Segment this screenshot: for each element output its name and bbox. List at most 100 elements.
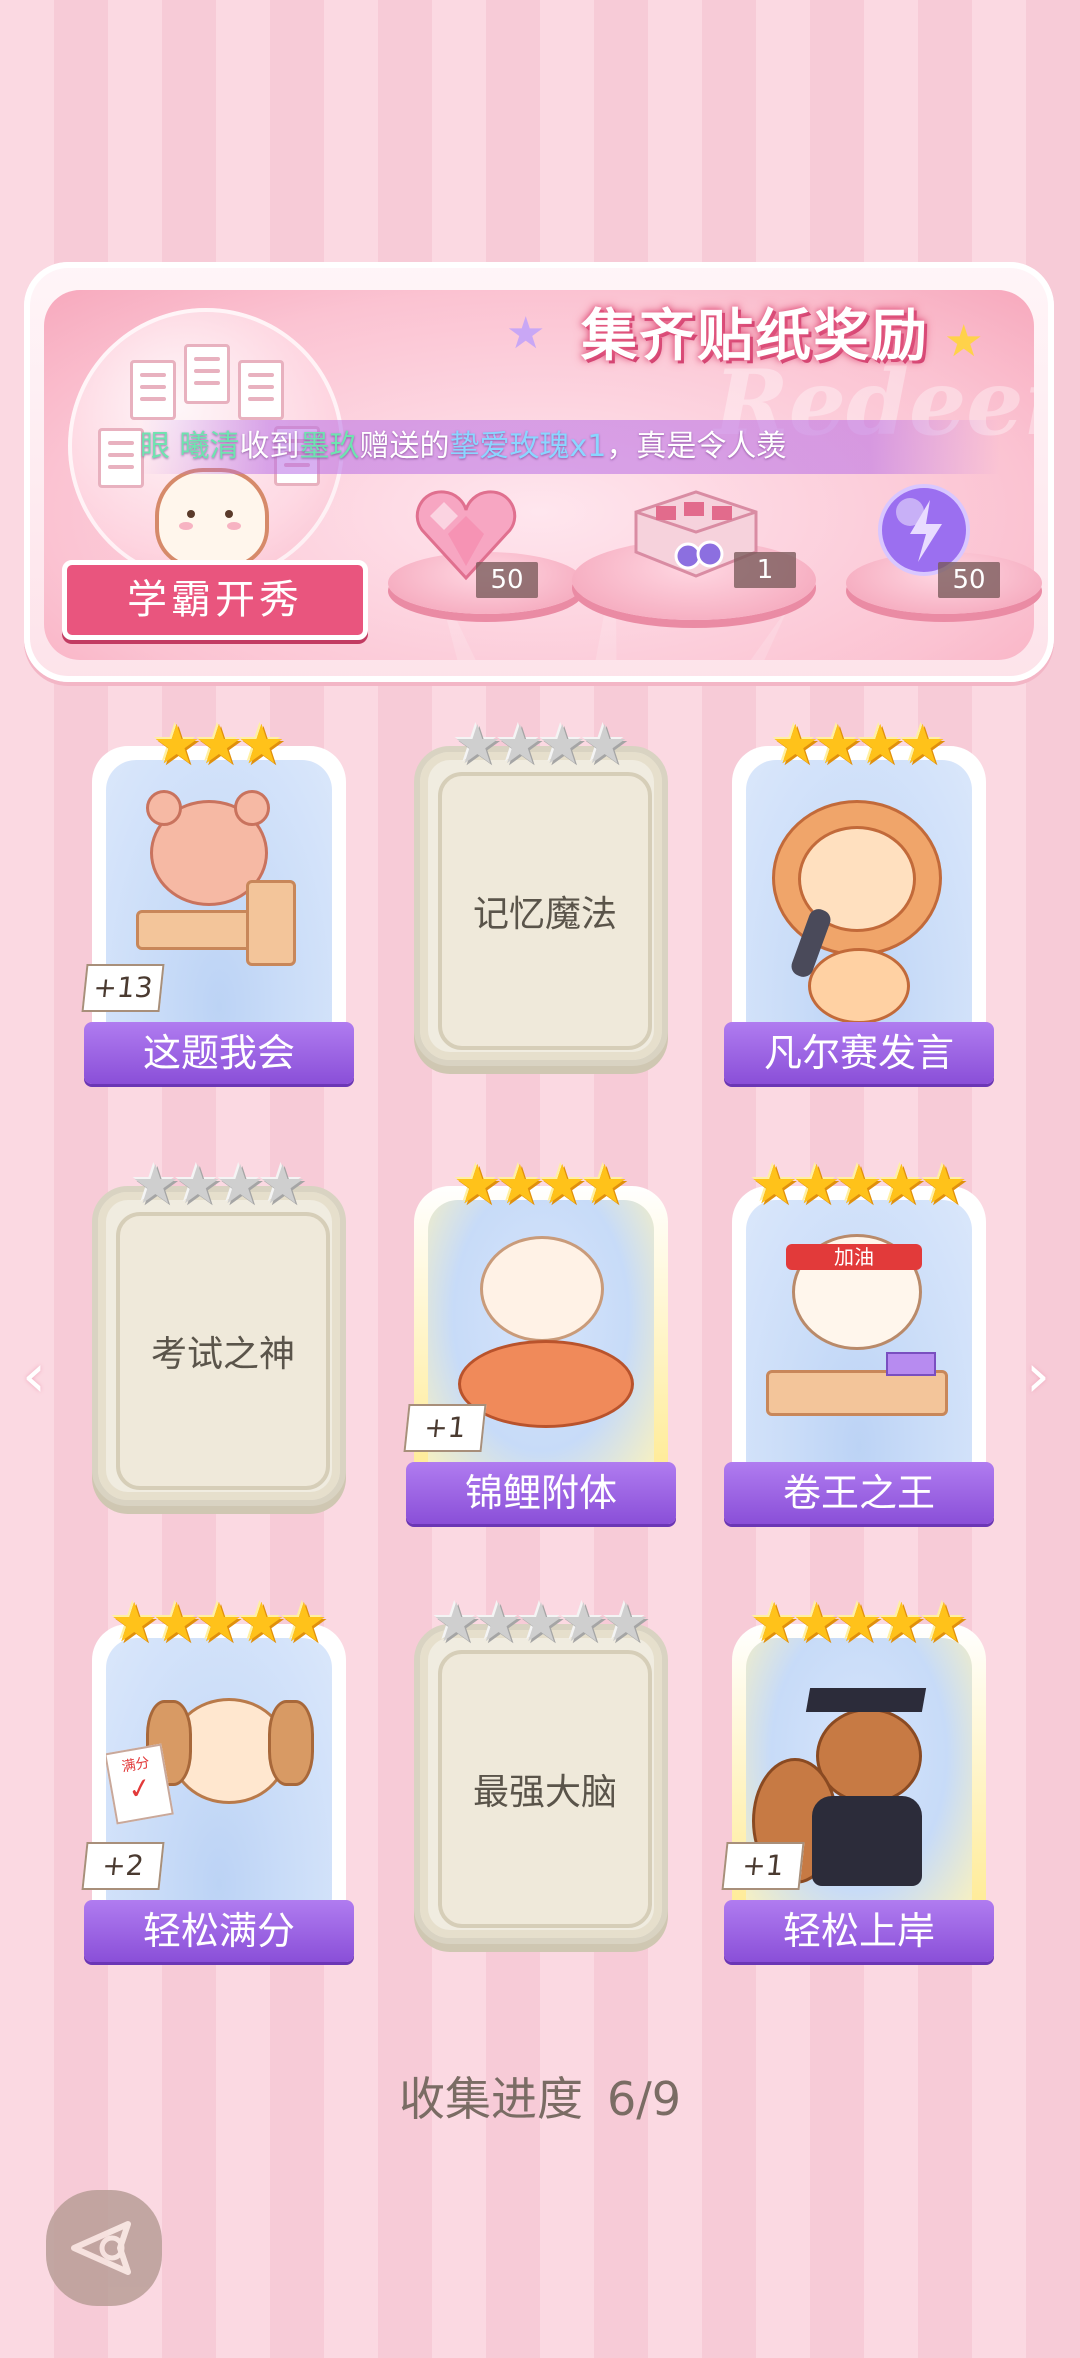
- star-icon: ★: [152, 713, 201, 776]
- paper-icon: [184, 344, 230, 404]
- star-rating: ★ ★ ★ ★ ★: [92, 1594, 346, 1650]
- collection-name-ribbon: 学霸开秀: [62, 560, 368, 640]
- star-icon: ★: [131, 1153, 180, 1216]
- sticker-card[interactable]: ★ ★ ★ +13 这题我会: [81, 716, 354, 1084]
- star-icon: ★: [559, 1591, 608, 1654]
- reward-count: 50: [476, 562, 538, 598]
- marquee-text: ，真是令人羡: [606, 429, 787, 464]
- back-arrow-icon: [71, 2221, 131, 2275]
- progress-label: 收集进度: [398, 2072, 583, 2126]
- collection-progress: 收集进度 6/9: [0, 2064, 1080, 2134]
- star-icon: ★: [453, 713, 502, 776]
- sender-name: 眼 曦清: [140, 429, 240, 464]
- locked-panel: 最强大脑: [438, 1650, 652, 1928]
- card-name: 卷王之王: [724, 1462, 994, 1524]
- star-icon: ★: [431, 1591, 481, 1654]
- star-icon: ★: [453, 1153, 502, 1216]
- reward-count: 1: [734, 552, 796, 588]
- headband: 加油: [786, 1244, 922, 1270]
- star-icon: ★: [516, 1591, 566, 1654]
- chevron-right-icon[interactable]: ›: [1018, 1346, 1058, 1406]
- card-name: 记忆魔法: [472, 894, 617, 935]
- banner-title: 集齐贴纸奖励: [581, 303, 929, 369]
- star-icon: ★: [279, 1591, 329, 1654]
- star-icon: ★: [834, 1591, 884, 1654]
- bear-mascot-icon: [480, 1236, 604, 1342]
- star-rating: ★ ★ ★ ★: [414, 1156, 668, 1212]
- star-icon: ★: [601, 1591, 651, 1654]
- star-icon: ★: [474, 1591, 523, 1654]
- back-button[interactable]: [46, 2190, 162, 2306]
- marquee-text: 收到: [239, 429, 300, 464]
- star-icon: ★: [877, 1591, 926, 1654]
- reward-count: 50: [938, 562, 1000, 598]
- duplicate-count-badge: +13: [81, 964, 165, 1012]
- star-icon: ★: [495, 713, 544, 776]
- star-icon: ★: [173, 1153, 222, 1216]
- lion-body: [808, 948, 910, 1024]
- chevron-left-icon[interactable]: ‹: [14, 1346, 54, 1406]
- star-icon: ★: [749, 1591, 799, 1654]
- star-icon: ★: [580, 1153, 629, 1216]
- card-name: 轻松上岸: [724, 1900, 994, 1962]
- star-icon: ★: [109, 1591, 159, 1654]
- star-rating: ★ ★ ★ ★ ★: [732, 1156, 986, 1212]
- sticker-card[interactable]: ★ ★ ★ ★ +1 锦鲤附体: [403, 1156, 676, 1524]
- star-rating: ★ ★ ★ ★ ★: [414, 1594, 668, 1650]
- star-icon: ★: [792, 1153, 841, 1216]
- card-name: 凡尔赛发言: [724, 1022, 994, 1084]
- card-art: 加油: [746, 1200, 972, 1490]
- graduation-cap-icon: [805, 1688, 927, 1712]
- star-icon: ★: [194, 1591, 244, 1654]
- star-rating: ★ ★ ★: [92, 716, 346, 772]
- sticker-card[interactable]: ★ ★ ★ ★ 凡尔赛发言: [724, 716, 994, 1084]
- gift-name: 挚爱玫瑰x1: [449, 429, 607, 464]
- graduation-gown: [812, 1796, 922, 1886]
- star-icon: ★: [216, 1153, 265, 1216]
- star-icon: ★: [237, 713, 286, 776]
- sticker-card-locked[interactable]: 考试之神 ★ ★ ★ ★: [92, 1156, 346, 1506]
- gift-broadcast-marquee: 眼 曦清收到墨玖赠送的挚爱玫瑰x1，真是令人羡: [140, 420, 1000, 474]
- star-rating: ★ ★ ★ ★ ★: [732, 1594, 986, 1650]
- star-icon: ★: [919, 1591, 969, 1654]
- sticker-card-locked[interactable]: 最强大脑 ★ ★ ★ ★ ★: [414, 1594, 668, 1944]
- giver-name: 墨玖: [299, 429, 360, 464]
- card-art: [746, 760, 972, 1050]
- paper-icon: [98, 428, 144, 488]
- card-name: 锦鲤附体: [406, 1462, 676, 1524]
- star-icon: ★: [538, 1153, 587, 1216]
- star-icon: ★: [258, 1153, 307, 1216]
- card-name: 最强大脑: [472, 1772, 617, 1813]
- star-icon: ★: [856, 713, 905, 776]
- sticker-card[interactable]: 加油 ★ ★ ★ ★ ★ 卷王之王: [724, 1156, 994, 1524]
- cat-mascot-icon: [155, 468, 269, 568]
- star-icon: ★: [919, 1153, 969, 1216]
- progress-value: 6/9: [606, 2072, 682, 2126]
- star-icon: ★: [237, 1591, 286, 1654]
- star-icon: ★: [877, 1153, 926, 1216]
- sticker-card[interactable]: 满分 ✓ ★ ★ ★ ★ ★ +2 轻松满分: [81, 1594, 354, 1962]
- star-icon: ★: [152, 1591, 201, 1654]
- sticker-card-locked[interactable]: 记忆魔法 ★ ★ ★ ★: [414, 716, 668, 1066]
- locked-panel: 记忆魔法: [438, 772, 652, 1050]
- card-name: 这题我会: [84, 1022, 354, 1084]
- card-name: 考试之神: [150, 1334, 295, 1375]
- star-rating: ★ ★ ★ ★: [414, 716, 668, 772]
- star-icon: ★: [771, 713, 820, 776]
- duplicate-count-badge: +1: [721, 1842, 805, 1890]
- star-icon: ★: [749, 1153, 799, 1216]
- sticker-card[interactable]: ★ ★ ★ ★ ★ +1 轻松上岸: [721, 1594, 994, 1962]
- star-icon: ★: [495, 1153, 544, 1216]
- test-paper-icon: 满分 ✓: [106, 1743, 174, 1825]
- star-icon: ★: [538, 713, 587, 776]
- star-rating: ★ ★ ★ ★: [732, 716, 986, 772]
- marquee-text: 赠送的: [359, 429, 450, 464]
- book-icon: [886, 1352, 936, 1376]
- star-icon: ★: [792, 1591, 841, 1654]
- ear: [234, 790, 270, 826]
- desk-icon: [766, 1370, 948, 1416]
- paper-icon: [130, 360, 176, 420]
- paper-icon: [238, 360, 284, 420]
- duplicate-count-badge: +2: [81, 1842, 165, 1890]
- purple-star-icon: ★: [506, 308, 546, 359]
